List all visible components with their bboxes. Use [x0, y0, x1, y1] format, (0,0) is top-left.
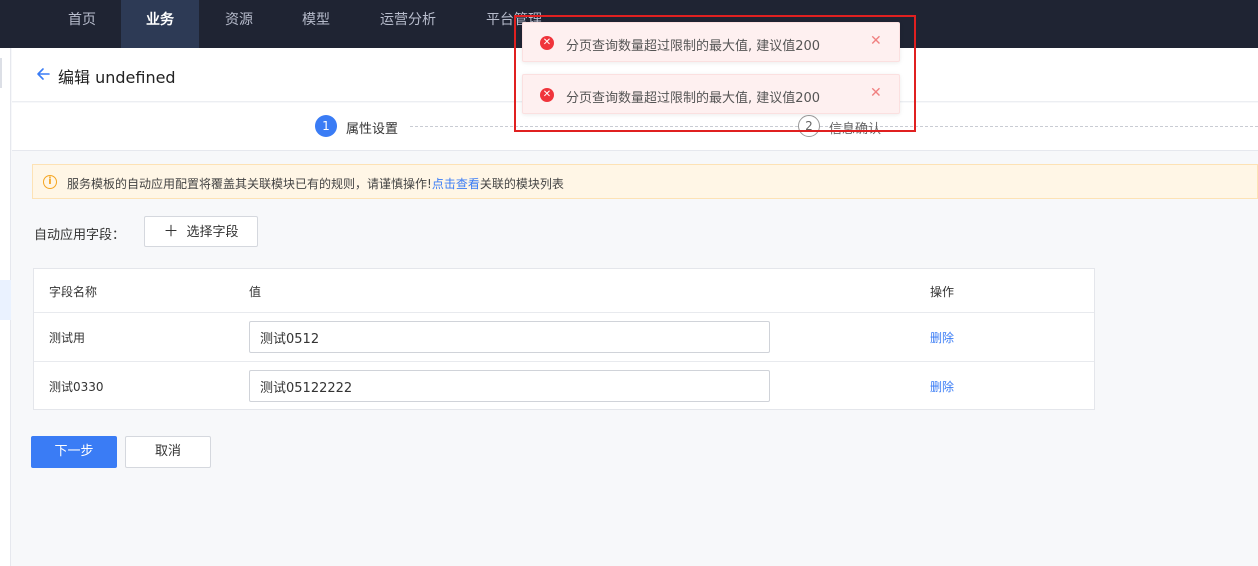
nav-item-business[interactable]: 业务 [121, 0, 199, 48]
step-1-number: 1 [315, 115, 337, 137]
select-field-button[interactable]: ＋ 选择字段 [144, 216, 258, 247]
column-header-name: 字段名称 [49, 285, 98, 299]
auto-apply-field-label: 自动应用字段： [34, 228, 126, 243]
nav-item-analytics[interactable]: 运营分析 [368, 0, 448, 48]
field-name: 测试用 [49, 331, 86, 345]
sidebar-collapsed [0, 48, 11, 566]
nav-item-model[interactable]: 模型 [285, 0, 347, 48]
arrow-left-icon[interactable] [34, 65, 52, 83]
delete-link[interactable]: 删除 [930, 329, 954, 346]
delete-link[interactable]: 删除 [930, 378, 954, 395]
warning-message: 服务模板的自动应用配置将覆盖其关联模块已有的规则，请谨慎操作! [67, 177, 432, 191]
close-icon[interactable]: ✕ [870, 85, 882, 101]
toast-message: 分页查询数量超过限制的最大值, 建议值200 [566, 91, 821, 106]
nav-item-resources[interactable]: 资源 [208, 0, 270, 48]
plus-icon: ＋ [163, 222, 179, 240]
cancel-button[interactable]: 取消 [125, 436, 211, 468]
error-toast: ✕ 分页查询数量超过限制的最大值, 建议值200 ✕ [522, 22, 900, 62]
error-icon: ✕ [540, 88, 554, 102]
column-header-value: 值 [249, 285, 262, 299]
info-icon: i [43, 175, 57, 189]
field-name: 测试0330 [49, 380, 104, 394]
select-field-label: 选择字段 [186, 225, 239, 240]
page-title: 编辑 undefined [58, 68, 176, 87]
field-value-input[interactable] [249, 321, 770, 353]
field-value-input[interactable] [249, 370, 770, 402]
sidebar-divider [0, 58, 2, 88]
view-link[interactable]: 点击查看 [432, 177, 480, 191]
step-2-label: 信息确认 [829, 122, 882, 137]
nav-item-home[interactable]: 首页 [51, 0, 113, 48]
error-toast: ✕ 分页查询数量超过限制的最大值, 建议值200 ✕ [522, 74, 900, 114]
field-table: 字段名称 值 操作 测试用 删除 测试0330 删除 [33, 268, 1095, 410]
step-2-number: 2 [798, 115, 820, 137]
step-1-label: 属性设置 [346, 122, 399, 137]
warning-text: 服务模板的自动应用配置将覆盖其关联模块已有的规则，请谨慎操作!点击查看关联的模块… [67, 175, 564, 192]
table-row: 测试0330 删除 [34, 361, 1094, 410]
close-icon[interactable]: ✕ [870, 33, 882, 49]
warning-alert: i 服务模板的自动应用配置将覆盖其关联模块已有的规则，请谨慎操作!点击查看关联的… [32, 164, 1258, 199]
error-icon: ✕ [540, 36, 554, 50]
toast-message: 分页查询数量超过限制的最大值, 建议值200 [566, 39, 821, 54]
next-step-button[interactable]: 下一步 [31, 436, 117, 468]
table-row: 测试用 删除 [34, 312, 1094, 361]
sidebar-active-item[interactable] [0, 280, 11, 320]
warning-message-tail: 关联的模块列表 [479, 177, 564, 191]
column-header-action: 操作 [930, 285, 955, 299]
